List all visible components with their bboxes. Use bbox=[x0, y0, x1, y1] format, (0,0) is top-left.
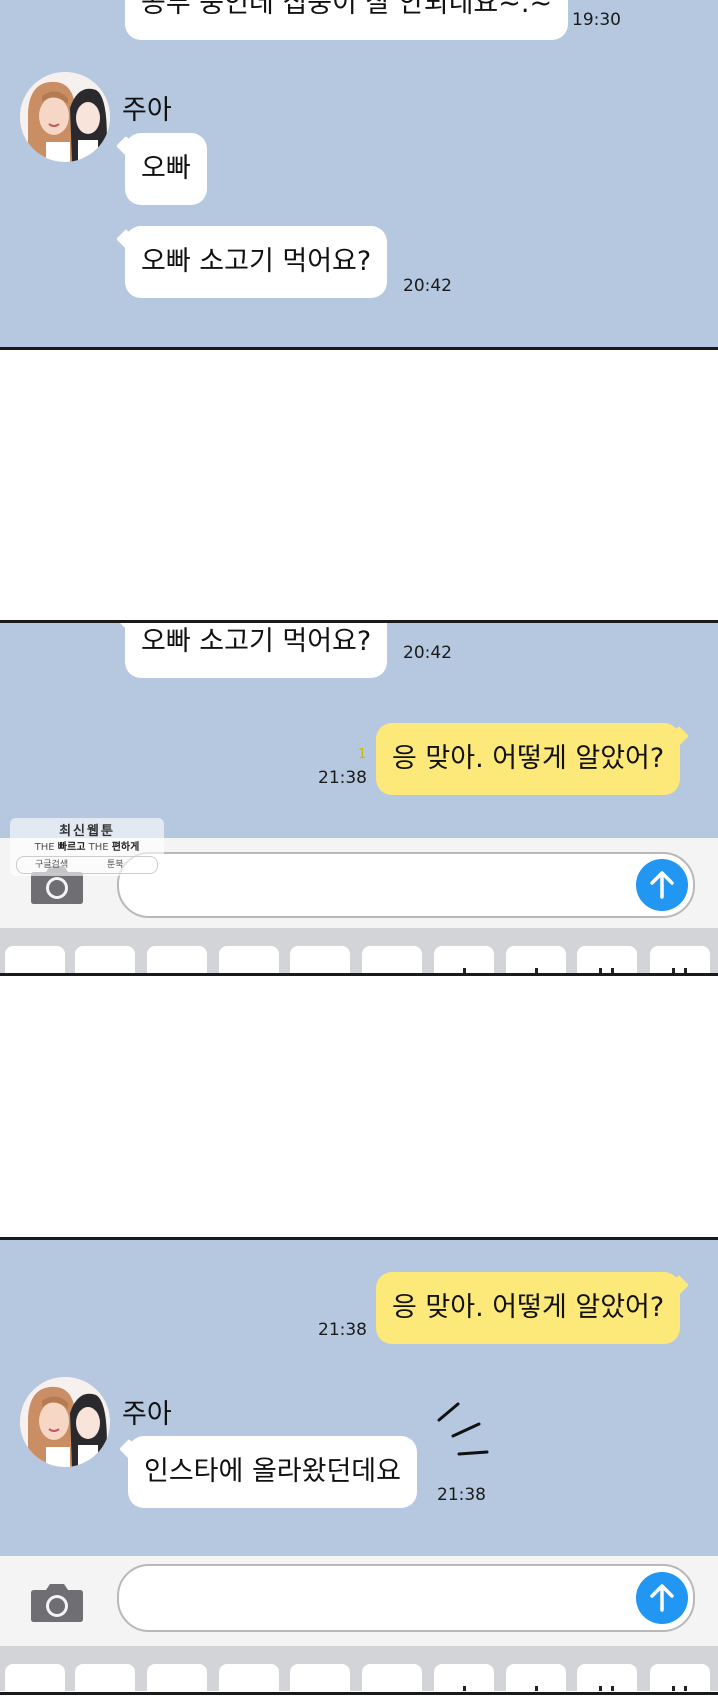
keyboard-key[interactable] bbox=[506, 946, 566, 973]
keyboard-key[interactable] bbox=[434, 946, 494, 973]
watermark-tagline: THE 빠르고 THE 편하게 bbox=[10, 838, 164, 853]
sender-name: 주아 bbox=[122, 95, 172, 126]
surprise-marks-icon bbox=[437, 1402, 489, 1456]
message-time: 21:38 bbox=[318, 768, 367, 788]
keyboard-key[interactable] bbox=[75, 1664, 135, 1691]
keyboard-key[interactable] bbox=[290, 946, 350, 973]
keyboard-key[interactable] bbox=[147, 946, 207, 973]
keyboard-key[interactable] bbox=[650, 946, 710, 973]
message-bubble: 공부 중인데 집중이 잘 안되네요~.~ bbox=[125, 0, 569, 40]
message-input[interactable] bbox=[117, 852, 695, 918]
watermark-title: 최신웹툰 bbox=[59, 824, 115, 839]
chat-panel-1: 공부 중인데 집중이 잘 안되네요~.~ 19:30 주아 오빠 오빠 소고기 … bbox=[0, 0, 718, 348]
message-bubble: 오빠 소고기 먹어요? bbox=[125, 226, 388, 298]
profile-photo-icon bbox=[20, 1377, 110, 1467]
message-time: 19:30 bbox=[572, 10, 621, 30]
send-button[interactable] bbox=[636, 859, 688, 911]
google-search-label: 구글검색 bbox=[35, 860, 69, 870]
keyboard-key[interactable] bbox=[147, 1664, 207, 1691]
sender-name: 주아 bbox=[122, 1399, 172, 1430]
message-bubble: 인스타에 올라왔던데요 bbox=[128, 1436, 417, 1508]
message-bubble: 오빠 소고기 먹어요? bbox=[125, 623, 388, 678]
arrow-up-icon bbox=[650, 871, 674, 899]
keyboard-key[interactable] bbox=[219, 946, 279, 973]
watermark: 최신웹툰 THE 빠르고 THE 편하게 구글검색 툰북 bbox=[10, 818, 164, 876]
panel-divider bbox=[0, 347, 718, 350]
watermark-the: THE bbox=[34, 842, 55, 853]
profile-photo-icon bbox=[20, 72, 110, 162]
keyboard-key[interactable] bbox=[362, 1664, 422, 1691]
message-time: 20:42 bbox=[403, 643, 452, 663]
keyboard-key[interactable] bbox=[75, 946, 135, 973]
key-glyph bbox=[463, 1686, 466, 1691]
message-input-bar bbox=[0, 1556, 718, 1646]
watermark-word: 편하게 bbox=[111, 842, 140, 853]
message-bubble: 오빠 bbox=[125, 133, 207, 205]
message-input[interactable] bbox=[117, 1564, 695, 1632]
message-bubble-mine: 응 맞아. 어떻게 알았어? bbox=[376, 723, 681, 795]
keyboard bbox=[0, 928, 718, 973]
watermark-the: THE bbox=[88, 842, 109, 853]
message-bubble-mine: 응 맞아. 어떻게 알았어? bbox=[376, 1272, 681, 1344]
camera-icon[interactable] bbox=[30, 1582, 84, 1622]
chat-panel-3: 응 맞아. 어떻게 알았어? 21:38 주아 인스타에 올라왔던데요 21:3… bbox=[0, 1240, 718, 1556]
message-time: 21:38 bbox=[437, 1485, 486, 1505]
panel-divider bbox=[0, 973, 718, 976]
watermark-word: 빠르고 bbox=[57, 842, 86, 853]
arrow-up-icon bbox=[650, 1584, 674, 1612]
key-glyph bbox=[672, 1686, 675, 1691]
keyboard-key[interactable] bbox=[5, 1664, 65, 1691]
keyboard bbox=[0, 1646, 718, 1691]
send-button[interactable] bbox=[636, 1572, 688, 1624]
keyboard-key[interactable] bbox=[5, 946, 65, 973]
keyboard-key[interactable] bbox=[650, 1664, 710, 1691]
keyboard-key[interactable] bbox=[577, 1664, 637, 1691]
avatar bbox=[20, 72, 110, 162]
key-glyph bbox=[599, 1686, 602, 1691]
message-time: 21:38 bbox=[318, 1320, 367, 1340]
keyboard-key[interactable] bbox=[506, 1664, 566, 1691]
chat-panel-2: 오빠 소고기 먹어요? 20:42 1 21:38 응 맞아. 어떻게 알았어? bbox=[0, 623, 718, 973]
keyboard-key[interactable] bbox=[434, 1664, 494, 1691]
unread-count: 1 bbox=[358, 747, 367, 762]
watermark-links: 구글검색 툰북 bbox=[16, 856, 158, 874]
key-glyph bbox=[535, 1686, 538, 1691]
key-glyph bbox=[684, 1686, 687, 1691]
toonbook-label: 툰북 bbox=[107, 860, 124, 870]
key-glyph bbox=[611, 1686, 614, 1691]
keyboard-key[interactable] bbox=[290, 1664, 350, 1691]
keyboard-key[interactable] bbox=[362, 946, 422, 973]
keyboard-key[interactable] bbox=[219, 1664, 279, 1691]
keyboard-key[interactable] bbox=[577, 946, 637, 973]
panel-divider bbox=[0, 1692, 718, 1695]
avatar bbox=[20, 1377, 110, 1467]
message-time: 20:42 bbox=[403, 276, 452, 296]
